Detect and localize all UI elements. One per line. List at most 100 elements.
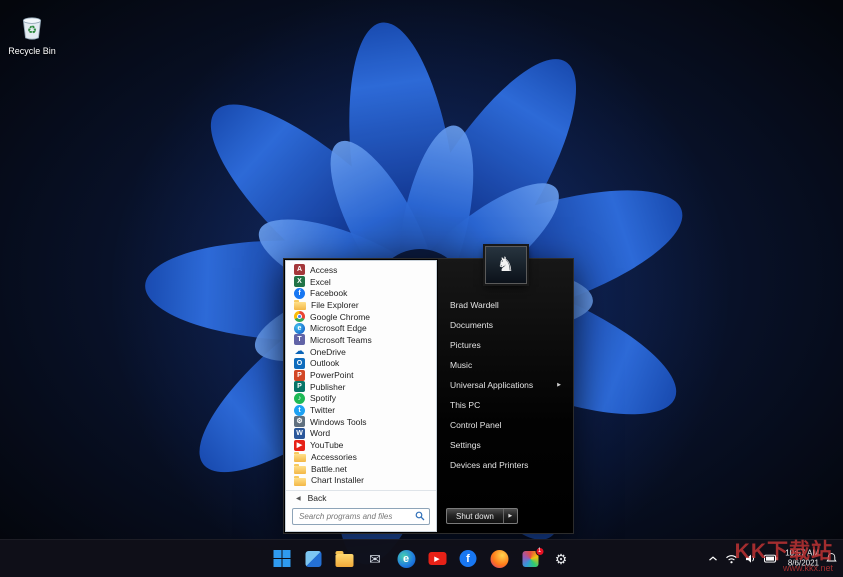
start-menu-item-excel[interactable]: X Excel (286, 276, 436, 288)
start-menu-item-microsoft-teams[interactable]: T Microsoft Teams (286, 334, 436, 346)
start-menu-item-label: Excel (310, 276, 331, 287)
youtube-icon: ▶ (294, 439, 305, 451)
notification-badge: 1 (535, 546, 544, 556)
facebook-icon[interactable]: f (457, 548, 479, 570)
horse-avatar-image: ♞ (496, 254, 515, 276)
start-menu-item-outlook[interactable]: O Outlook (286, 357, 436, 370)
start-menu-item-onedrive[interactable]: ☁ OneDrive (286, 346, 436, 358)
start-menu-item-accessories[interactable]: Accessories (286, 451, 436, 463)
start-menu-item-microsoft-edge[interactable]: e Microsoft Edge (286, 322, 436, 334)
back-arrow-icon: ◀ (296, 495, 301, 502)
taskbar-app-icons: ✉ e ▶ f 1 ⚙ (271, 546, 572, 570)
start-button[interactable] (271, 548, 293, 570)
powerpoint-icon: P (294, 369, 305, 381)
start-menu-item-label: PowerPoint (310, 370, 354, 381)
start-menu-item-label: Outlook (310, 358, 340, 369)
start-menu-item-windows-tools[interactable]: ⚙ Windows Tools (286, 416, 436, 428)
photos-icon[interactable]: 1 (519, 546, 544, 570)
search-icon (415, 508, 425, 526)
start-menu-item-label: Accessories (311, 451, 357, 462)
taskbar: ✉ e ▶ f 1 ⚙ 10:57 AM 8/6/2021 (0, 539, 843, 577)
start-menu-item-google-chrome[interactable]: Google Chrome (286, 311, 436, 323)
start-menu-item-access[interactable]: A Access (286, 264, 436, 276)
start-menu-user-name[interactable]: Brad Wardell (438, 295, 573, 315)
user-avatar[interactable]: ♞ (484, 246, 527, 284)
search-row (286, 505, 436, 531)
back-label: Back (307, 493, 327, 503)
start-menu-right-devices-and-printers[interactable]: Devices and Printers (438, 455, 573, 475)
start-menu-item-label: Publisher (310, 381, 346, 392)
teams-icon: T (294, 334, 305, 346)
wifi-icon[interactable] (725, 554, 738, 564)
user-name-label: Brad Wardell (450, 300, 499, 310)
tray-time: 10:57 AM (785, 548, 819, 558)
start-menu-right-settings[interactable]: Settings (438, 435, 573, 455)
youtube-icon[interactable]: ▶ (426, 548, 448, 570)
start-menu-item-label: Word (310, 428, 331, 439)
start-menu-right-universal-applications[interactable]: Universal Applications ▶ (438, 375, 573, 395)
start-menu-right-music[interactable]: Music (438, 355, 573, 375)
tray-chevron-up-icon[interactable] (708, 555, 718, 563)
start-menu-right-documents[interactable]: Documents (438, 315, 573, 335)
start-menu-item-label: Twitter (310, 405, 336, 416)
start-menu: A Access X Excel f Facebook File Explorer Googl… (283, 246, 574, 534)
start-menu-item-powerpoint[interactable]: P PowerPoint (286, 369, 436, 381)
start-menu-right-control-panel[interactable]: Control Panel (438, 415, 573, 435)
start-menu-item-publisher[interactable]: P Publisher (286, 381, 436, 393)
start-menu-item-spotify[interactable]: ♪ Spotify (286, 392, 436, 405)
recycle-bin-icon: ♻ (19, 12, 45, 45)
firefox-icon[interactable] (488, 548, 510, 570)
start-menu-item-label: OneDrive (310, 346, 346, 357)
start-menu-item-label: Microsoft Teams (310, 334, 372, 345)
start-menu-item-youtube[interactable]: ▶ YouTube (286, 439, 436, 451)
start-menu-item-word[interactable]: W Word (286, 427, 436, 440)
shutdown-button[interactable]: Shut down (447, 509, 503, 523)
tray-clock[interactable]: 10:57 AM 8/6/2021 (785, 548, 819, 569)
right-item-label: Music (450, 360, 473, 370)
recycle-bin-label: Recycle Bin (8, 46, 56, 56)
start-menu-item-label: Facebook (310, 288, 348, 299)
task-view-icon[interactable] (302, 548, 324, 570)
search-input[interactable] (297, 511, 412, 522)
start-menu-item-label: Windows Tools (310, 416, 367, 427)
start-menu-item-file-explorer[interactable]: File Explorer (286, 299, 436, 311)
tray-date: 8/6/2021 (787, 558, 819, 568)
mail-icon[interactable]: ✉ (364, 548, 386, 570)
svg-text:♻: ♻ (27, 25, 37, 37)
start-menu-right-pictures[interactable]: Pictures (438, 335, 573, 355)
facebook-icon: f (294, 287, 305, 299)
start-menu-item-twitter[interactable]: t Twitter (286, 404, 436, 416)
start-menu-item-battle-net[interactable]: Battle.net (286, 463, 436, 475)
file-explorer-icon[interactable] (333, 548, 355, 570)
excel-icon: X (294, 276, 305, 288)
start-menu-left-panel: A Access X Excel f Facebook File Explorer Googl… (285, 260, 437, 532)
start-menu-program-list: A Access X Excel f Facebook File Explorer Googl… (286, 261, 436, 490)
system-tray: 10:57 AM 8/6/2021 (708, 548, 837, 569)
twitter-icon: t (294, 404, 305, 416)
right-item-label: Settings (450, 440, 481, 450)
right-item-label: This PC (450, 400, 481, 410)
start-menu-item-label: Spotify (310, 393, 336, 404)
onedrive-icon: ☁ (294, 345, 305, 357)
start-menu-item-label: Google Chrome (310, 311, 371, 322)
start-menu-right-list: Documents Pictures Music Universal Applicat… (438, 315, 573, 475)
start-menu-item-chart-installer[interactable]: Chart Installer (286, 474, 436, 486)
volume-icon[interactable] (745, 554, 757, 564)
notification-bell-icon[interactable] (826, 553, 837, 564)
settings-icon[interactable]: ⚙ (550, 548, 572, 570)
battery-icon[interactable] (764, 554, 778, 563)
start-menu-item-facebook[interactable]: f Facebook (286, 287, 436, 299)
edge-icon: e (294, 322, 305, 334)
windows-tools-icon: ⚙ (294, 416, 305, 428)
right-item-label: Control Panel (450, 420, 502, 430)
outlook-icon: O (294, 357, 305, 369)
search-box[interactable] (292, 508, 430, 525)
folder-icon (294, 452, 306, 463)
recycle-bin[interactable]: ♻ Recycle Bin (2, 12, 62, 56)
start-menu-right-this-pc[interactable]: This PC (438, 395, 573, 415)
start-menu-item-label: Access (310, 264, 338, 275)
edge-icon[interactable]: e (395, 548, 417, 570)
shutdown-options-arrow[interactable]: ▶ (502, 509, 517, 523)
start-menu-back[interactable]: ◀ Back (286, 490, 436, 505)
word-icon: W (294, 427, 305, 439)
